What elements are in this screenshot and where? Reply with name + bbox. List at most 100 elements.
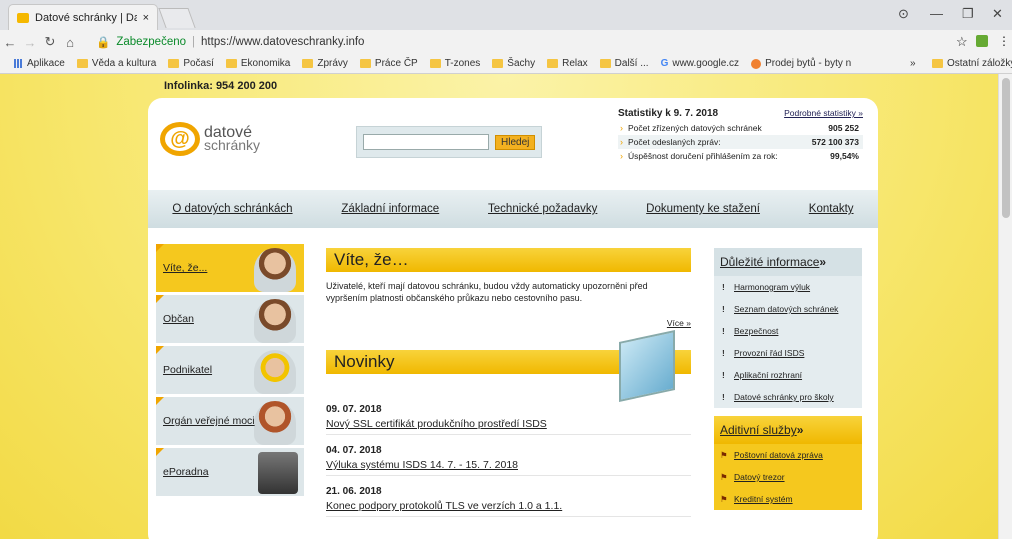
restore-icon[interactable]: ❐ [962, 6, 974, 22]
important-heading[interactable]: Důležité informace » [714, 248, 862, 276]
star-icon[interactable]: ☆ [956, 34, 968, 50]
scrollbar-thumb[interactable] [1002, 78, 1010, 218]
folder-icon [302, 59, 314, 68]
important-link[interactable]: Harmonogram výluk [714, 276, 862, 298]
important-link[interactable]: Aplikační rozhraní [714, 364, 862, 386]
url-text[interactable]: https://www.datoveschranky.info [201, 36, 364, 48]
reload-icon[interactable]: ↻ [40, 34, 60, 50]
lock-icon: 🔒 [96, 37, 111, 49]
nav-zakladni-informace[interactable]: Základní informace [341, 203, 439, 215]
forward-icon[interactable]: → [20, 35, 40, 50]
sidebar-item-obcan[interactable]: Občan [156, 295, 304, 343]
statistics-panel: Statistiky k 9. 7. 2018 Podrobné statist… [618, 108, 863, 163]
menu-icon[interactable]: ⋮ [998, 34, 1010, 48]
news-title[interactable]: Konec podpory protokolů TLS ve verzích 1… [326, 500, 691, 512]
tab-title: Datové schránky | Datov [35, 11, 137, 24]
apps-icon [14, 59, 23, 68]
at-logo-icon: @ [160, 122, 200, 156]
news-date: 09. 07. 2018 [326, 404, 382, 415]
folder-icon [359, 59, 371, 68]
news-item: 21. 06. 2018 Konec podpory protokolů TLS… [326, 486, 691, 517]
tab-close-icon[interactable]: × [143, 12, 149, 24]
address-bar[interactable]: 🔒 Zabezpečeno | https://www.datoveschran… [96, 33, 976, 51]
bookmark-apps[interactable]: Aplikace [14, 58, 65, 69]
minimize-icon[interactable]: — [930, 6, 943, 21]
stats-detail-link[interactable]: Podrobné statistiky » [784, 108, 863, 118]
sidebar-item-vite-ze[interactable]: Víte, že... [156, 244, 304, 292]
other-bookmarks[interactable]: Ostatní záložky [932, 58, 1012, 69]
logo-line2: schránky [204, 137, 261, 153]
infolinka: Infolinka: 954 200 200 [164, 80, 278, 92]
right-column: Důležité informace » Harmonogram výluk S… [714, 248, 862, 510]
news-title[interactable]: Výluka systému ISDS 14. 7. - 15. 7. 2018 [326, 459, 691, 471]
home-icon[interactable]: ⌂ [60, 35, 80, 50]
bookmark-google[interactable]: Gwww.google.cz [661, 58, 739, 69]
addon-link[interactable]: Kreditní systém [714, 488, 862, 510]
bookmark-item[interactable]: Věda a kultura [76, 58, 156, 69]
news-date: 21. 06. 2018 [326, 486, 382, 497]
search-input[interactable] [363, 134, 489, 150]
nav-technicke-pozadavky[interactable]: Technické požadavky [488, 203, 597, 215]
important-info-box: Důležité informace » Harmonogram výluk S… [714, 248, 862, 408]
site-icon [751, 58, 762, 69]
person-photo [254, 350, 296, 394]
account-icon[interactable]: ⊙ [898, 6, 909, 22]
browser-tab[interactable]: Datové schránky | Datov × [8, 4, 158, 30]
important-link[interactable]: Bezpečnost [714, 320, 862, 342]
site-logo[interactable]: @ datové schránky [160, 122, 260, 156]
sidebar-item-organ-verejne-moci[interactable]: Orgán veřejné moci [156, 397, 304, 445]
addon-link[interactable]: Poštovní datová zpráva [714, 444, 862, 466]
google-icon: G [660, 58, 669, 69]
browser-toolbar: ← → ↻ ⌂ 🔒 Zabezpečeno | https://www.dato… [0, 30, 1012, 54]
bookmark-item[interactable]: Počasí [168, 58, 214, 69]
important-link[interactable]: Datové schránky pro školy [714, 386, 862, 408]
main-navigation: O datových schránkách Základní informace… [148, 190, 878, 228]
back-icon[interactable]: ← [0, 35, 20, 50]
more-link[interactable]: Více » [326, 318, 691, 328]
nav-dokumenty[interactable]: Dokumenty ke stažení [646, 203, 760, 215]
folder-icon [492, 59, 504, 68]
important-link[interactable]: Seznam datových schránek [714, 298, 862, 320]
bookmark-item[interactable]: Další ... [599, 58, 649, 69]
secure-label: Zabezpečeno [116, 36, 187, 48]
audience-sidebar: Víte, že... Občan Podnikatel Orgán veřej… [156, 244, 304, 499]
bookmark-item[interactable]: Práce ČP [359, 58, 418, 69]
bookmark-item[interactable]: T-zones [429, 58, 480, 69]
address-separator: | [192, 36, 196, 48]
folder-icon [225, 59, 237, 68]
content-frame: @ datové schránky Hledej Statistiky k 9.… [148, 98, 878, 539]
folder-icon [932, 59, 943, 68]
bookmark-item[interactable]: Ekonomika [225, 58, 290, 69]
vite-heading: Víte, že… [326, 248, 691, 272]
favicon-icon [17, 12, 29, 23]
vite-text: Uživatelé, kteří mají datovou schránku, … [326, 281, 648, 303]
vertical-scrollbar[interactable] [998, 74, 1012, 539]
stats-row: Úspěšnost doručení přihlášením za rok:99… [618, 149, 863, 163]
important-link[interactable]: Provozní řád ISDS [714, 342, 862, 364]
stats-title: Statistiky k 9. 7. 2018 [618, 108, 719, 119]
addon-link[interactable]: Datový trezor [714, 466, 862, 488]
search-button[interactable]: Hledej [495, 134, 536, 150]
nav-kontakty[interactable]: Kontakty [809, 203, 854, 215]
bookmark-item[interactable]: Šachy [492, 58, 535, 69]
stats-row: Počet zřízených datových schránek905 252 [618, 121, 863, 135]
news-item: 04. 07. 2018 Výluka systému ISDS 14. 7. … [326, 445, 691, 476]
person-photo [254, 401, 296, 445]
new-tab-button[interactable] [158, 8, 196, 28]
nav-o-datovych-schrankach[interactable]: O datových schránkách [172, 203, 292, 215]
web-page: Infolinka: 954 200 200 @ datové schránky… [0, 74, 1012, 539]
bookmarks-overflow[interactable]: » [910, 58, 916, 69]
sidebar-item-podnikatel[interactable]: Podnikatel [156, 346, 304, 394]
addons-heading[interactable]: Aditivní služby » [714, 416, 862, 444]
window-close-icon[interactable]: ✕ [992, 6, 1003, 22]
extension-icon[interactable] [976, 35, 988, 47]
person-photo [254, 299, 296, 343]
news-title[interactable]: Nový SSL certifikát produkčního prostřed… [326, 418, 691, 430]
additive-services-box: Aditivní služby » Poštovní datová zpráva… [714, 416, 862, 510]
browser-tab-strip: Datové schránky | Datov × ⊙ — ❐ ✕ [0, 0, 1012, 30]
bookmark-item[interactable]: Relax [547, 58, 588, 69]
bookmark-item[interactable]: Zprávy [302, 58, 348, 69]
folder-icon [547, 59, 559, 68]
bookmark-item[interactable]: Prodej bytů - byty n [751, 58, 851, 69]
sidebar-item-eporadna[interactable]: ePoradna [156, 448, 304, 496]
